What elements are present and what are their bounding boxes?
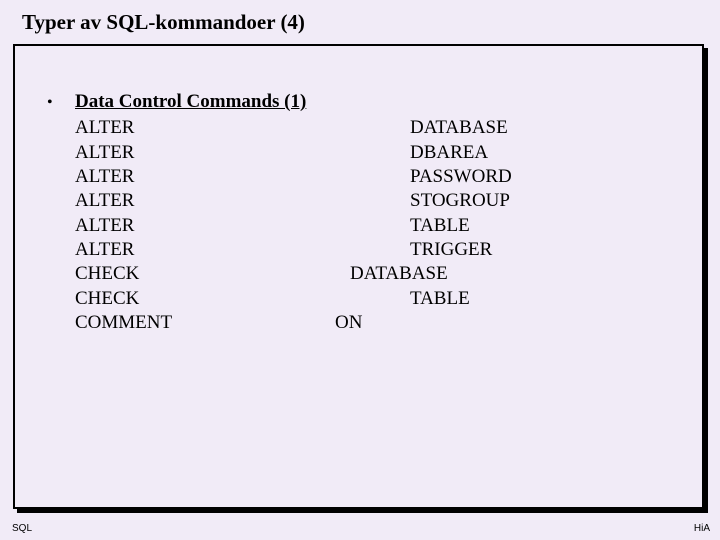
command-right: DBAREA bbox=[410, 141, 682, 165]
command-right: DATABASE bbox=[410, 116, 682, 140]
slide: Typer av SQL-kommandoer (4) • Data Contr… bbox=[0, 0, 720, 540]
command-mid bbox=[335, 189, 410, 213]
command-left: ALTER bbox=[75, 238, 335, 262]
bullet-row: • Data Control Commands (1) bbox=[47, 90, 682, 114]
command-right: DATABASE bbox=[350, 262, 622, 286]
command-right: PASSWORD bbox=[410, 165, 682, 189]
command-row: ALTER STOGROUP bbox=[47, 189, 682, 213]
command-row: CHECK DATABASE bbox=[47, 262, 682, 286]
command-mid bbox=[335, 141, 410, 165]
command-left: COMMENT bbox=[75, 311, 335, 335]
command-left: ALTER bbox=[75, 116, 335, 140]
command-right: TRIGGER bbox=[410, 238, 682, 262]
footer-right: HiA bbox=[694, 523, 710, 534]
command-left: ALTER bbox=[75, 141, 335, 165]
command-row: CHECK TABLE bbox=[47, 287, 682, 311]
bullet-icon: • bbox=[47, 93, 75, 113]
footer-left: SQL bbox=[12, 523, 32, 534]
content-box: • Data Control Commands (1) ALTER DATABAS… bbox=[13, 44, 704, 509]
command-left: CHECK bbox=[75, 287, 335, 311]
command-row: ALTER TRIGGER bbox=[47, 238, 682, 262]
command-left: ALTER bbox=[75, 189, 335, 213]
command-mid bbox=[335, 214, 410, 238]
command-row: ALTER TABLE bbox=[47, 214, 682, 238]
command-mid bbox=[335, 287, 410, 311]
command-list: ALTERDATABASEALTERDBAREAALTERPASSWORDALT… bbox=[47, 116, 682, 335]
content-inner: • Data Control Commands (1) ALTER DATABAS… bbox=[47, 90, 682, 335]
command-left: ALTER bbox=[75, 165, 335, 189]
slide-title: Typer av SQL-kommandoer (4) bbox=[0, 0, 720, 45]
command-row: ALTER DBAREA bbox=[47, 141, 682, 165]
command-left: ALTER bbox=[75, 214, 335, 238]
command-right: TABLE bbox=[410, 287, 682, 311]
command-row: ALTER PASSWORD bbox=[47, 165, 682, 189]
command-left: CHECK bbox=[75, 262, 335, 286]
command-right: TABLE bbox=[410, 214, 682, 238]
command-mid bbox=[335, 165, 410, 189]
section-heading: Data Control Commands (1) bbox=[75, 90, 306, 114]
command-row: COMMENTON bbox=[47, 311, 682, 335]
command-right: STOGROUP bbox=[410, 189, 682, 213]
command-row: ALTER DATABASE bbox=[47, 116, 682, 140]
command-mid: ON bbox=[335, 311, 410, 335]
command-mid bbox=[335, 238, 410, 262]
command-mid bbox=[335, 116, 410, 140]
command-right bbox=[410, 311, 682, 335]
